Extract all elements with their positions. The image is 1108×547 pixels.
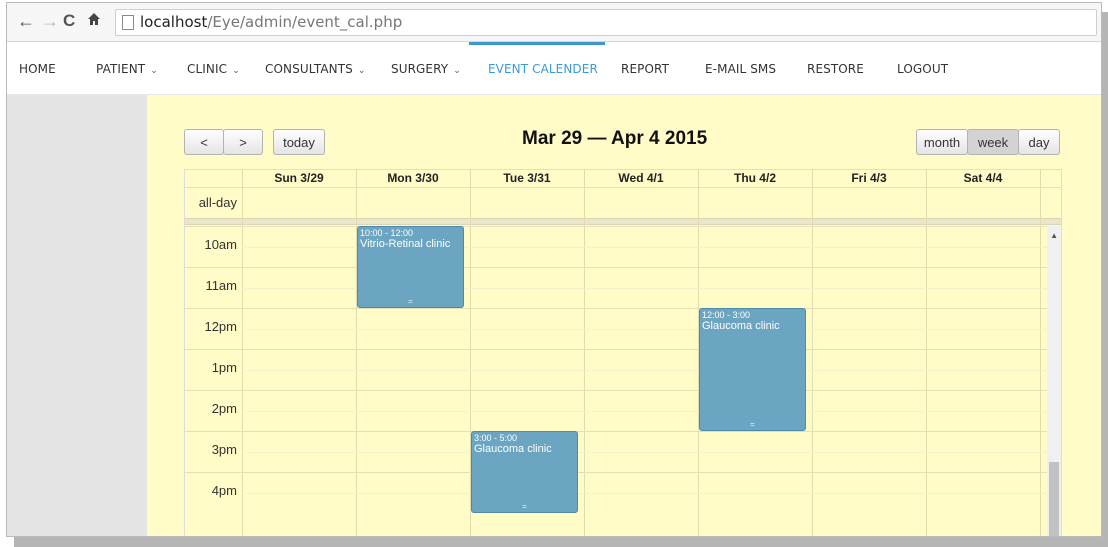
half-hour-line [242, 410, 1047, 412]
event-title: Glaucoma clinic [474, 443, 552, 455]
scroll-up-arrow-icon[interactable]: ▲ [1050, 231, 1058, 240]
nav-item-label: PATIENT [96, 62, 146, 76]
hour-line [185, 472, 1047, 473]
event-time: 12:00 - 3:00 [702, 310, 751, 320]
hour-line [185, 267, 1047, 268]
nav-item-label: RESTORE [807, 62, 864, 76]
day-header: Thu 4/2 [733, 171, 776, 185]
nav-item-e-mail-sms[interactable]: E-MAIL SMS [705, 62, 776, 76]
url-path: /Eye/admin/event_cal.php [207, 13, 403, 31]
chevron-down-icon: ⌄ [150, 66, 158, 76]
chevron-down-icon: ⌄ [453, 66, 461, 76]
resize-handle-icon[interactable]: = [700, 421, 805, 429]
calendar-area: < > today Mar 29 — Apr 4 2015 month week… [147, 95, 1101, 536]
reload-icon[interactable]: C [63, 11, 75, 31]
day-header: Tue 3/31 [503, 171, 551, 185]
browser-window: ← → C localhost/Eye/admin/event_cal.php … [6, 2, 1102, 537]
nav-item-label: E-MAIL SMS [705, 62, 777, 76]
nav-item-report[interactable]: REPORT [621, 62, 669, 76]
chevron-down-icon: ⌄ [357, 66, 366, 76]
time-label: 4pm [211, 482, 237, 498]
nav-item-label: SURGERY [391, 62, 449, 76]
view-month-button[interactable]: month [916, 129, 968, 155]
allday-separator [185, 218, 1061, 225]
nav-item-event-calender[interactable]: EVENT CALENDER [488, 62, 598, 76]
resize-handle-icon[interactable]: = [358, 298, 463, 306]
hour-line [185, 308, 1047, 309]
nav-item-patient[interactable]: PATIENT ⌄ [96, 62, 158, 76]
time-label: 12pm [204, 318, 237, 334]
scrollbar-thumb[interactable] [1049, 462, 1059, 536]
home-icon[interactable] [87, 11, 101, 31]
view-week-button[interactable]: week [967, 129, 1019, 155]
nav-item-logout[interactable]: LOGOUT [897, 62, 948, 76]
back-arrow-icon[interactable]: ← [17, 11, 35, 31]
day-header: Mon 3/30 [387, 171, 439, 185]
resize-handle-icon[interactable]: = [472, 503, 577, 511]
day-header: Sat 4/4 [963, 171, 1003, 185]
half-hour-line [242, 328, 1047, 330]
forward-arrow-icon[interactable]: → [41, 11, 59, 31]
nav-item-consultants[interactable]: CONSULTANTS ⌄ [265, 62, 366, 76]
nav-item-surgery[interactable]: SURGERY ⌄ [391, 62, 461, 76]
left-margin [7, 95, 147, 536]
prev-week-button[interactable]: < [184, 129, 224, 155]
time-label: 1pm [211, 359, 237, 375]
hour-line [185, 349, 1047, 350]
half-hour-line [242, 451, 1047, 453]
calendar-event[interactable]: 3:00 - 5:00 Glaucoma clinic = [471, 431, 578, 513]
half-hour-line [242, 492, 1047, 494]
nav-item-label: CONSULTANTS [265, 62, 353, 76]
active-nav-indicator [469, 42, 605, 45]
week-grid: all-day ▲ Sun 3/29 Mon 3/30 Tue 3/31 Wed 4/… [184, 169, 1062, 536]
day-header: Wed 4/1 [618, 171, 664, 185]
url-text: localhost/Eye/admin/event_cal.php [140, 13, 402, 31]
scrollbar[interactable]: ▲ [1047, 226, 1061, 536]
chevron-down-icon: ⌄ [232, 66, 240, 76]
event-time: 3:00 - 5:00 [474, 433, 518, 443]
half-hour-line [242, 369, 1047, 371]
site-navigation: HOME PATIENT ⌄ CLINIC ⌄ CONSULTANTS ⌄ SURGERY ⌄ E… [7, 42, 1101, 95]
nav-item-label: CLINIC [187, 62, 228, 76]
time-label: 2pm [211, 400, 237, 416]
calendar-event[interactable]: 12:00 - 3:00 Glaucoma clinic = [699, 308, 806, 431]
view-day-button[interactable]: day [1018, 129, 1060, 155]
header-divider [185, 187, 1061, 188]
nav-item-home[interactable]: HOME [19, 62, 56, 76]
event-title: Glaucoma clinic [702, 320, 780, 332]
nav-item-label: HOME [19, 62, 56, 76]
calendar-event[interactable]: 10:00 - 12:00 Vitrio-Retinal clinic = [357, 226, 464, 308]
nav-item-restore[interactable]: RESTORE [807, 62, 864, 76]
event-time: 10:00 - 12:00 [360, 228, 414, 238]
time-label: 11am [205, 277, 237, 293]
nav-item-label: REPORT [621, 62, 669, 76]
event-title: Vitrio-Retinal clinic [360, 238, 451, 250]
calendar-title: Mar 29 — Apr 4 2015 [522, 128, 708, 149]
day-header: Fri 4/3 [851, 171, 887, 185]
browser-address-bar: ← → C localhost/Eye/admin/event_cal.php [7, 3, 1101, 42]
time-label: 3pm [211, 441, 237, 457]
all-day-label: all-day [198, 195, 237, 210]
nav-item-clinic[interactable]: CLINIC ⌄ [187, 62, 240, 76]
day-header: Sun 3/29 [274, 171, 324, 185]
hour-line [185, 431, 1047, 432]
nav-item-label: EVENT CALENDER [488, 62, 598, 76]
time-label: 10am [204, 236, 237, 252]
url-input[interactable]: localhost/Eye/admin/event_cal.php [115, 9, 1097, 36]
page-icon [122, 15, 134, 30]
hour-line [185, 390, 1047, 391]
next-week-button[interactable]: > [223, 129, 263, 155]
nav-item-label: LOGOUT [897, 62, 949, 76]
url-host: localhost [140, 13, 208, 31]
today-button[interactable]: today [273, 129, 325, 155]
